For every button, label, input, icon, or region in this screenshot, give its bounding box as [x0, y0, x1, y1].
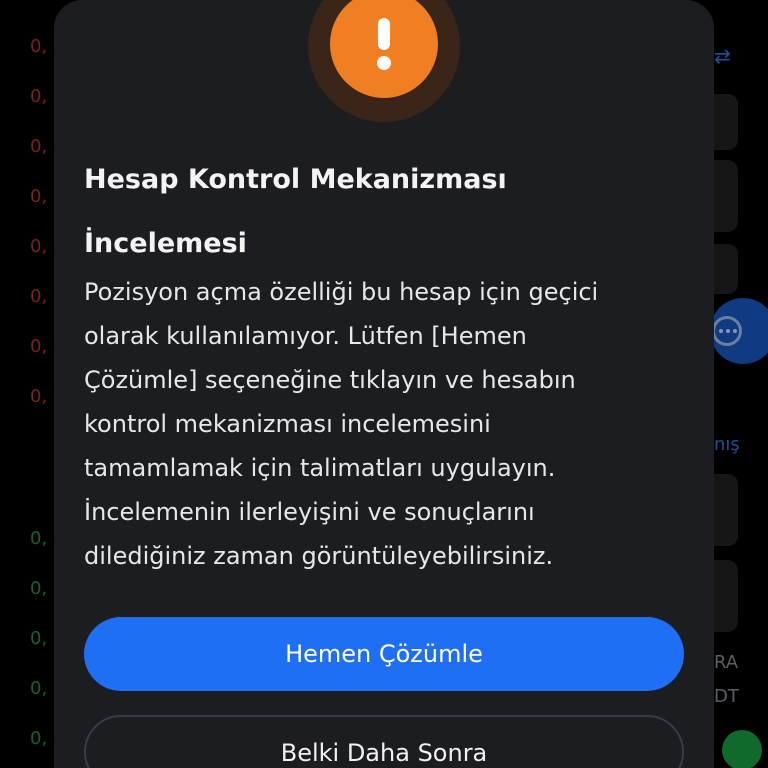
- price-row-green: 0,: [30, 628, 48, 649]
- green-button: [722, 730, 762, 768]
- price-row-green: 0,: [30, 678, 48, 699]
- exclamation-dot: [377, 56, 391, 70]
- input-box: [714, 560, 738, 632]
- background-price-column: 0, 0, 0, 0, 0, 0, 0, 0, 0, 0, 0, 0, 0,: [30, 0, 54, 768]
- dialog-message-line: dilediğiniz zaman görüntüleyebilirsiniz.: [84, 542, 554, 570]
- dialog-message-line: Çözümle] seçeneğine tıklayın ve hesabın: [84, 366, 576, 394]
- dialog-message: Pozisyon açma özelliği bu hesap için geç…: [84, 270, 704, 578]
- dialog-title-line: Hesap Kontrol Mekanizması: [84, 164, 507, 195]
- background-text: DT: [714, 686, 739, 707]
- price-row-red: 0,: [30, 186, 48, 207]
- price-row-red: 0,: [30, 336, 48, 357]
- dialog-message-line: olarak kullanılamıyor. Lütfen [Hemen: [84, 322, 527, 350]
- dialog-message-line: İncelemenin ilerleyişini ve sonuçlarını: [84, 498, 535, 526]
- resolve-now-button[interactable]: Hemen Çözümle: [84, 617, 684, 691]
- price-row-red: 0,: [30, 136, 48, 157]
- dialog-message-line: Pozisyon açma özelliği bu hesap için geç…: [84, 278, 599, 306]
- chat-bubble-icon: [714, 316, 742, 346]
- background-text: RA: [714, 652, 739, 673]
- price-row-green: 0,: [30, 528, 48, 549]
- input-box: [714, 244, 738, 294]
- swap-icon: ⇄: [714, 44, 731, 68]
- price-row-red: 0,: [30, 286, 48, 307]
- dialog-title-line: İncelemesi: [84, 228, 247, 259]
- price-row-red: 0,: [30, 36, 48, 57]
- price-row-red: 0,: [30, 236, 48, 257]
- maybe-later-button[interactable]: Belki Daha Sonra: [84, 715, 684, 768]
- price-row-green: 0,: [30, 728, 48, 749]
- dialog-title: Hesap Kontrol Mekanizması İncelemesi: [84, 148, 684, 276]
- exclamation-bar: [378, 18, 390, 50]
- dialog-message-line: tamamlamak için talimatları uygulayın.: [84, 454, 556, 482]
- input-box: [714, 160, 738, 232]
- price-row-green: 0,: [30, 578, 48, 599]
- price-row-red: 0,: [30, 86, 48, 107]
- input-box: [714, 474, 738, 546]
- dialog-message-line: kontrol mekanizması incelemesini: [84, 410, 491, 438]
- screen: 0, 0, 0, 0, 0, 0, 0, 0, 0, 0, 0, 0, 0, ⇄…: [0, 0, 768, 768]
- background-link: nış: [714, 434, 740, 455]
- chat-fab: [714, 298, 768, 364]
- price-row-red: 0,: [30, 386, 48, 407]
- input-box: [714, 94, 738, 150]
- background-order-panel: ⇄ nış RA DT: [714, 0, 768, 768]
